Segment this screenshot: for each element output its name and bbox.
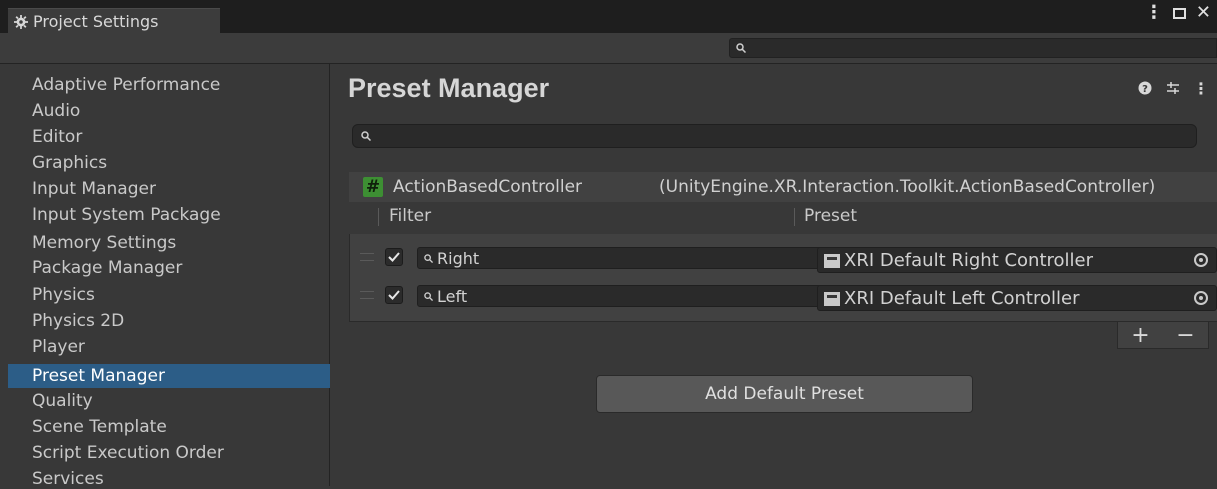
search-icon <box>424 292 433 301</box>
drag-handle-icon[interactable] <box>360 253 374 261</box>
sidebar-item-audio[interactable]: Audio <box>8 101 330 121</box>
checkmark-icon <box>388 290 400 300</box>
sidebar-item-physics-2d[interactable]: Physics 2D <box>8 311 330 331</box>
svg-text:?: ? <box>1142 84 1148 95</box>
list-add-remove-controls: + − <box>1117 322 1209 349</box>
row-enabled-checkbox[interactable] <box>385 248 403 266</box>
filter-input[interactable]: Right ✕ <box>417 247 835 269</box>
search-icon <box>424 254 433 263</box>
sidebar-item-services[interactable]: Services <box>8 469 330 489</box>
checkmark-icon <box>388 252 400 262</box>
column-separator <box>794 208 795 226</box>
close-icon[interactable]: ✕ <box>1196 4 1211 22</box>
sidebar-item-input-system-package[interactable]: Input System Package <box>8 205 330 225</box>
sidebar-item-adaptive-performance[interactable]: Adaptive Performance <box>8 75 330 95</box>
window-titlebar: Project Settings ⋮ ✕ <box>0 0 1217 34</box>
maximize-icon[interactable] <box>1172 7 1186 19</box>
filter-column-header: Filter <box>389 206 432 226</box>
filter-input[interactable]: Left ✕ <box>417 285 835 307</box>
type-full-name: (UnityEngine.XR.Interaction.Toolkit.Acti… <box>659 177 1156 197</box>
sidebar-item-package-manager[interactable]: Package Manager <box>8 258 330 278</box>
preset-object-field[interactable]: XRI Default Right Controller <box>817 247 1217 273</box>
object-picker-icon[interactable] <box>1194 253 1208 267</box>
project-settings-tab[interactable]: Project Settings <box>8 8 220 34</box>
sidebar-item-input-manager[interactable]: Input Manager <box>8 179 330 199</box>
settings-search-input[interactable] <box>729 38 1217 58</box>
row-enabled-checkbox[interactable] <box>385 286 403 304</box>
panel-menu-icon[interactable]: ⋮ <box>1193 79 1209 98</box>
add-default-preset-button[interactable]: Add Default Preset <box>596 375 973 413</box>
sidebar-item-physics[interactable]: Physics <box>8 285 330 305</box>
search-icon <box>361 131 371 141</box>
preset-asset-icon <box>824 292 840 306</box>
object-picker-icon[interactable] <box>1194 291 1208 305</box>
window-title: Project Settings <box>33 12 159 31</box>
type-name: ActionBasedController <box>393 177 583 197</box>
sidebar-item-preset-manager[interactable]: Preset Manager <box>8 364 330 388</box>
list-item: Left ✕ XRI Default Left Controller <box>350 280 1217 311</box>
preset-value: XRI Default Left Controller <box>844 288 1080 309</box>
drag-handle-icon[interactable] <box>360 291 374 299</box>
sidebar-item-memory-settings[interactable]: Memory Settings <box>8 233 330 253</box>
add-row-button[interactable]: + <box>1131 323 1149 348</box>
sidebar-item-script-execution-order[interactable]: Script Execution Order <box>8 443 330 463</box>
sidebar-item-editor[interactable]: Editor <box>8 127 330 147</box>
panel-header-icons: ? ⋮ <box>1137 79 1209 98</box>
sidebar-item-scene-template[interactable]: Scene Template <box>8 417 330 437</box>
sidebar-item-quality[interactable]: Quality <box>8 391 330 411</box>
filter-value: Right <box>437 249 480 268</box>
preset-object-field[interactable]: XRI Default Left Controller <box>817 285 1217 311</box>
column-separator <box>378 208 379 226</box>
window-menu-icon[interactable]: ⋮ <box>1145 4 1163 22</box>
preset-value: XRI Default Right Controller <box>844 250 1094 271</box>
filter-value: Left <box>437 287 468 306</box>
preset-column-header: Preset <box>804 206 858 226</box>
list-item: Right ✕ XRI Default Right Controller <box>350 242 1217 273</box>
type-header: # ActionBasedController (UnityEngine.XR.… <box>349 172 1217 202</box>
page-title: Preset Manager <box>348 73 550 103</box>
window-controls: ⋮ ✕ <box>1145 4 1211 22</box>
script-hash-icon: # <box>363 177 383 197</box>
gear-icon <box>14 14 28 29</box>
preset-list: Right ✕ XRI Default Right Controller Lef… <box>349 234 1217 322</box>
remove-row-button[interactable]: − <box>1176 323 1194 348</box>
preset-asset-icon <box>824 254 840 268</box>
sidebar-item-player[interactable]: Player <box>8 337 330 357</box>
presets-icon[interactable] <box>1165 80 1181 96</box>
preset-search-input[interactable] <box>352 124 1197 148</box>
search-icon <box>736 43 746 53</box>
help-icon[interactable]: ? <box>1137 80 1153 96</box>
sidebar-item-graphics[interactable]: Graphics <box>8 153 330 173</box>
